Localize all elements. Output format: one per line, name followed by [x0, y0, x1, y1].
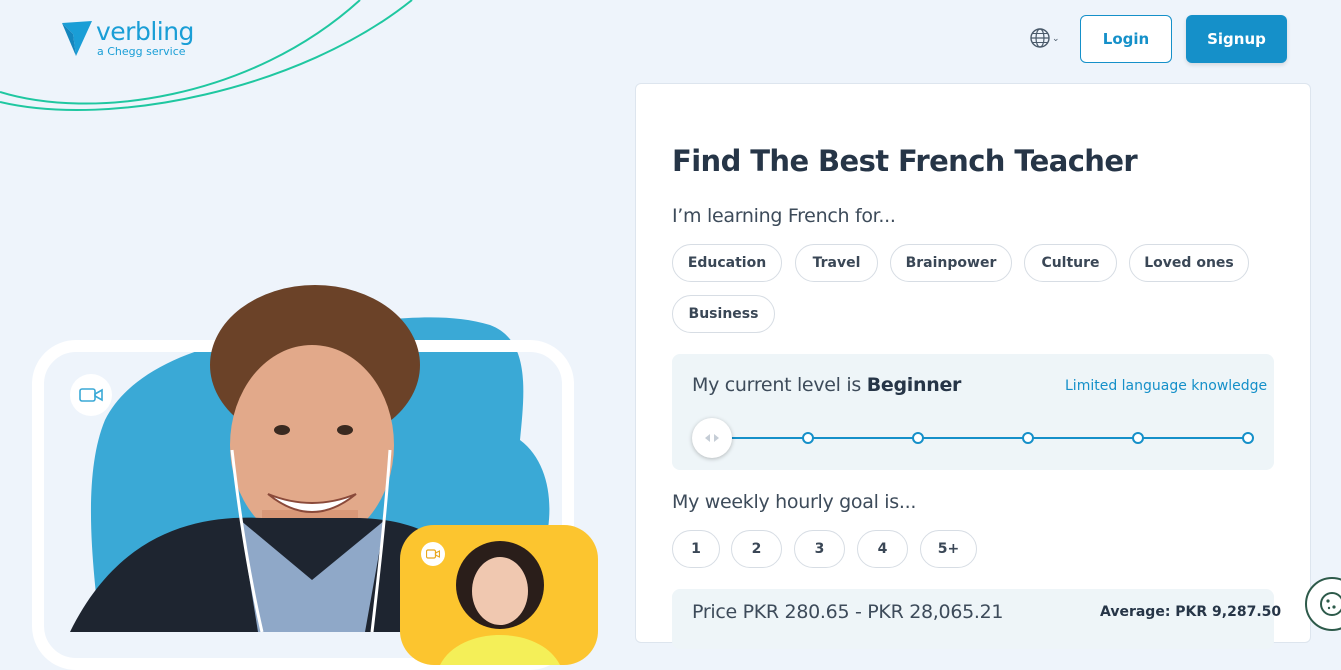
level-slider-handle[interactable] — [692, 418, 732, 458]
slider-arrows-icon — [705, 434, 719, 442]
cookie-icon — [1320, 592, 1341, 616]
level-step-2[interactable] — [802, 432, 814, 444]
brand-logo[interactable]: verbling a Chegg service — [60, 18, 194, 58]
goal-option-5-plus[interactable]: 5+ — [920, 530, 977, 568]
purpose-option-loved-ones[interactable]: Loved ones — [1129, 244, 1249, 282]
level-prefix: My current level is — [692, 374, 861, 396]
goal-question: My weekly hourly goal is... — [672, 491, 917, 513]
level-step-4[interactable] — [1022, 432, 1034, 444]
brand-tagline: a Chegg service — [97, 45, 186, 58]
small-video-badge — [421, 542, 445, 566]
purpose-option-business[interactable]: Business — [672, 295, 775, 333]
brand-name: verbling — [96, 17, 194, 46]
price-average: Average: PKR 9,287.50 — [1100, 604, 1282, 620]
level-step-6[interactable] — [1242, 432, 1254, 444]
goal-option-4[interactable]: 4 — [857, 530, 908, 568]
login-button[interactable]: Login — [1080, 15, 1172, 63]
video-camera-badge — [70, 374, 112, 416]
logo-mark-icon — [62, 21, 92, 56]
signup-button[interactable]: Signup — [1186, 15, 1287, 63]
goal-option-3[interactable]: 3 — [794, 530, 845, 568]
globe-icon — [1030, 28, 1050, 48]
goal-option-2[interactable]: 2 — [731, 530, 782, 568]
purpose-option-education[interactable]: Education — [672, 244, 782, 282]
level-label: My current level is Beginner — [692, 374, 961, 396]
purpose-option-culture[interactable]: Culture — [1024, 244, 1117, 282]
purpose-option-travel[interactable]: Travel — [795, 244, 878, 282]
price-range: Price PKR 280.65 - PKR 28,065.21 — [692, 601, 1004, 623]
level-step-5[interactable] — [1132, 432, 1144, 444]
chevron-down-icon: ⌄ — [1052, 34, 1060, 44]
page-title: Find The Best French Teacher — [672, 144, 1138, 178]
level-value: Beginner — [866, 374, 962, 396]
language-selector[interactable]: ⌄ — [1030, 28, 1060, 48]
video-camera-icon — [426, 549, 440, 559]
level-step-3[interactable] — [912, 432, 924, 444]
level-slider-track[interactable] — [712, 437, 1248, 439]
purpose-option-brainpower[interactable]: Brainpower — [890, 244, 1012, 282]
goal-option-1[interactable]: 1 — [672, 530, 720, 568]
video-camera-icon — [79, 388, 103, 402]
purpose-question: I’m learning French for... — [672, 205, 896, 227]
level-selector — [672, 354, 1274, 470]
level-description: Limited language knowledge — [1065, 378, 1268, 394]
